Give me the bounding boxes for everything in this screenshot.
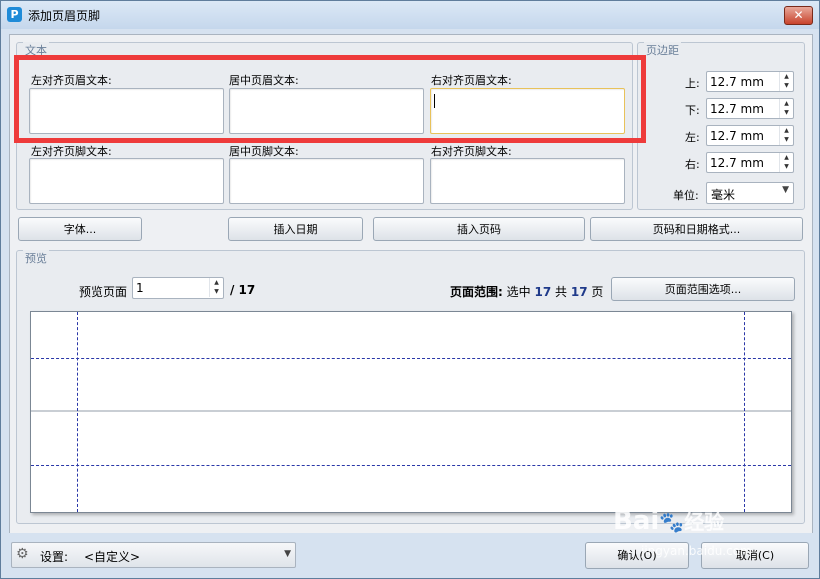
left-margin-guide: [77, 312, 78, 512]
unit-select[interactable]: 毫米 ▼: [706, 182, 794, 204]
page-range-selected: 17: [534, 285, 552, 299]
dialog-window: P 添加页眉页脚 ✕ 文本 左对齐页眉文本: 居中页眉文本: 右对齐页眉文本: …: [0, 0, 820, 579]
settings-value: <自定义>: [84, 550, 141, 564]
settings-label: 设置:: [40, 550, 69, 564]
margins-group-label: 页边距: [644, 42, 681, 58]
footer-guide-line: [31, 465, 791, 466]
margin-bottom-stepper[interactable]: 12.7 mm ▲ ▼: [706, 98, 794, 119]
margin-right-stepper[interactable]: 12.7 mm ▲ ▼: [706, 152, 794, 173]
highlight-box: [14, 55, 646, 143]
paw-icon: 🐾: [659, 510, 685, 534]
watermark-brand-cn: 经验: [684, 510, 725, 534]
insert-page-number-button[interactable]: 插入页码: [373, 217, 585, 241]
preview-page-total: / 17: [230, 283, 256, 297]
left-footer-label: 左对齐页脚文本:: [31, 145, 112, 158]
chevron-down-icon: ▼: [782, 185, 789, 195]
right-footer-label: 右对齐页脚文本:: [431, 145, 512, 158]
unit-label: 单位:: [673, 189, 699, 202]
center-footer-input[interactable]: [229, 158, 424, 204]
margin-top-label: 上:: [685, 77, 700, 90]
chevron-down-icon: ▼: [284, 549, 291, 559]
margin-top-stepper[interactable]: 12.7 mm ▲ ▼: [706, 71, 794, 92]
margin-right-value: 12.7 mm: [710, 156, 764, 170]
stepper-arrows-icon[interactable]: ▲ ▼: [779, 153, 793, 172]
stepper-arrows-icon[interactable]: ▲ ▼: [779, 72, 793, 91]
page-range-options-button[interactable]: 页面范围选项...: [611, 277, 795, 301]
right-footer-input[interactable]: [430, 158, 625, 204]
unit-value: 毫米: [711, 188, 736, 202]
center-footer-label: 居中页脚文本:: [229, 145, 299, 158]
margin-left-label: 左:: [685, 131, 700, 144]
page-range-label: 页面范围:: [450, 285, 503, 299]
margin-bottom-label: 下:: [685, 104, 700, 117]
margin-right-label: 右:: [685, 158, 700, 171]
page-date-format-button[interactable]: 页码和日期格式...: [590, 217, 803, 241]
header-guide-line: [31, 358, 791, 359]
margin-bottom-value: 12.7 mm: [710, 102, 764, 116]
insert-date-button[interactable]: 插入日期: [228, 217, 363, 241]
watermark-logo: Bai🐾经验: [613, 506, 724, 536]
settings-select[interactable]: ⚙ 设置: <自定义> ▼: [11, 542, 296, 568]
page-separator: [31, 410, 791, 412]
preview-page-label: 预览页面: [79, 285, 128, 299]
margin-left-stepper[interactable]: 12.7 mm ▲ ▼: [706, 125, 794, 146]
page-range-total: 17: [570, 285, 588, 299]
watermark-url: jingyan.baidu.com: [641, 544, 752, 558]
gear-icon: ⚙: [16, 546, 29, 562]
stepper-arrows-icon[interactable]: ▲ ▼: [779, 99, 793, 118]
preview-page-value: 1: [136, 281, 144, 295]
margin-top-value: 12.7 mm: [710, 75, 764, 89]
stepper-arrows-icon[interactable]: ▲ ▼: [779, 126, 793, 145]
right-margin-guide: [744, 312, 745, 512]
app-logo-icon: P: [7, 7, 22, 22]
stepper-arrows-icon[interactable]: ▲ ▼: [209, 278, 223, 297]
watermark-brand: Bai: [613, 506, 660, 536]
window-title: 添加页眉页脚: [28, 9, 101, 23]
preview-page-stepper[interactable]: 1 ▲ ▼: [132, 277, 224, 299]
title-bar[interactable]: P 添加页眉页脚 ✕: [1, 1, 819, 29]
close-icon: ✕: [793, 8, 804, 22]
page-range-suffix: 页: [591, 285, 604, 299]
page-range-selected-prefix: 选中: [506, 285, 531, 299]
page-range-total-prefix: 共: [555, 285, 568, 299]
close-button[interactable]: ✕: [784, 6, 813, 25]
left-footer-input[interactable]: [29, 158, 224, 204]
margin-left-value: 12.7 mm: [710, 129, 764, 143]
preview-group-label: 预览: [23, 250, 49, 266]
preview-canvas: [30, 311, 792, 513]
page-range-summary: 页面范围: 选中 17 共 17 页: [450, 283, 603, 300]
font-button[interactable]: 字体...: [18, 217, 142, 241]
